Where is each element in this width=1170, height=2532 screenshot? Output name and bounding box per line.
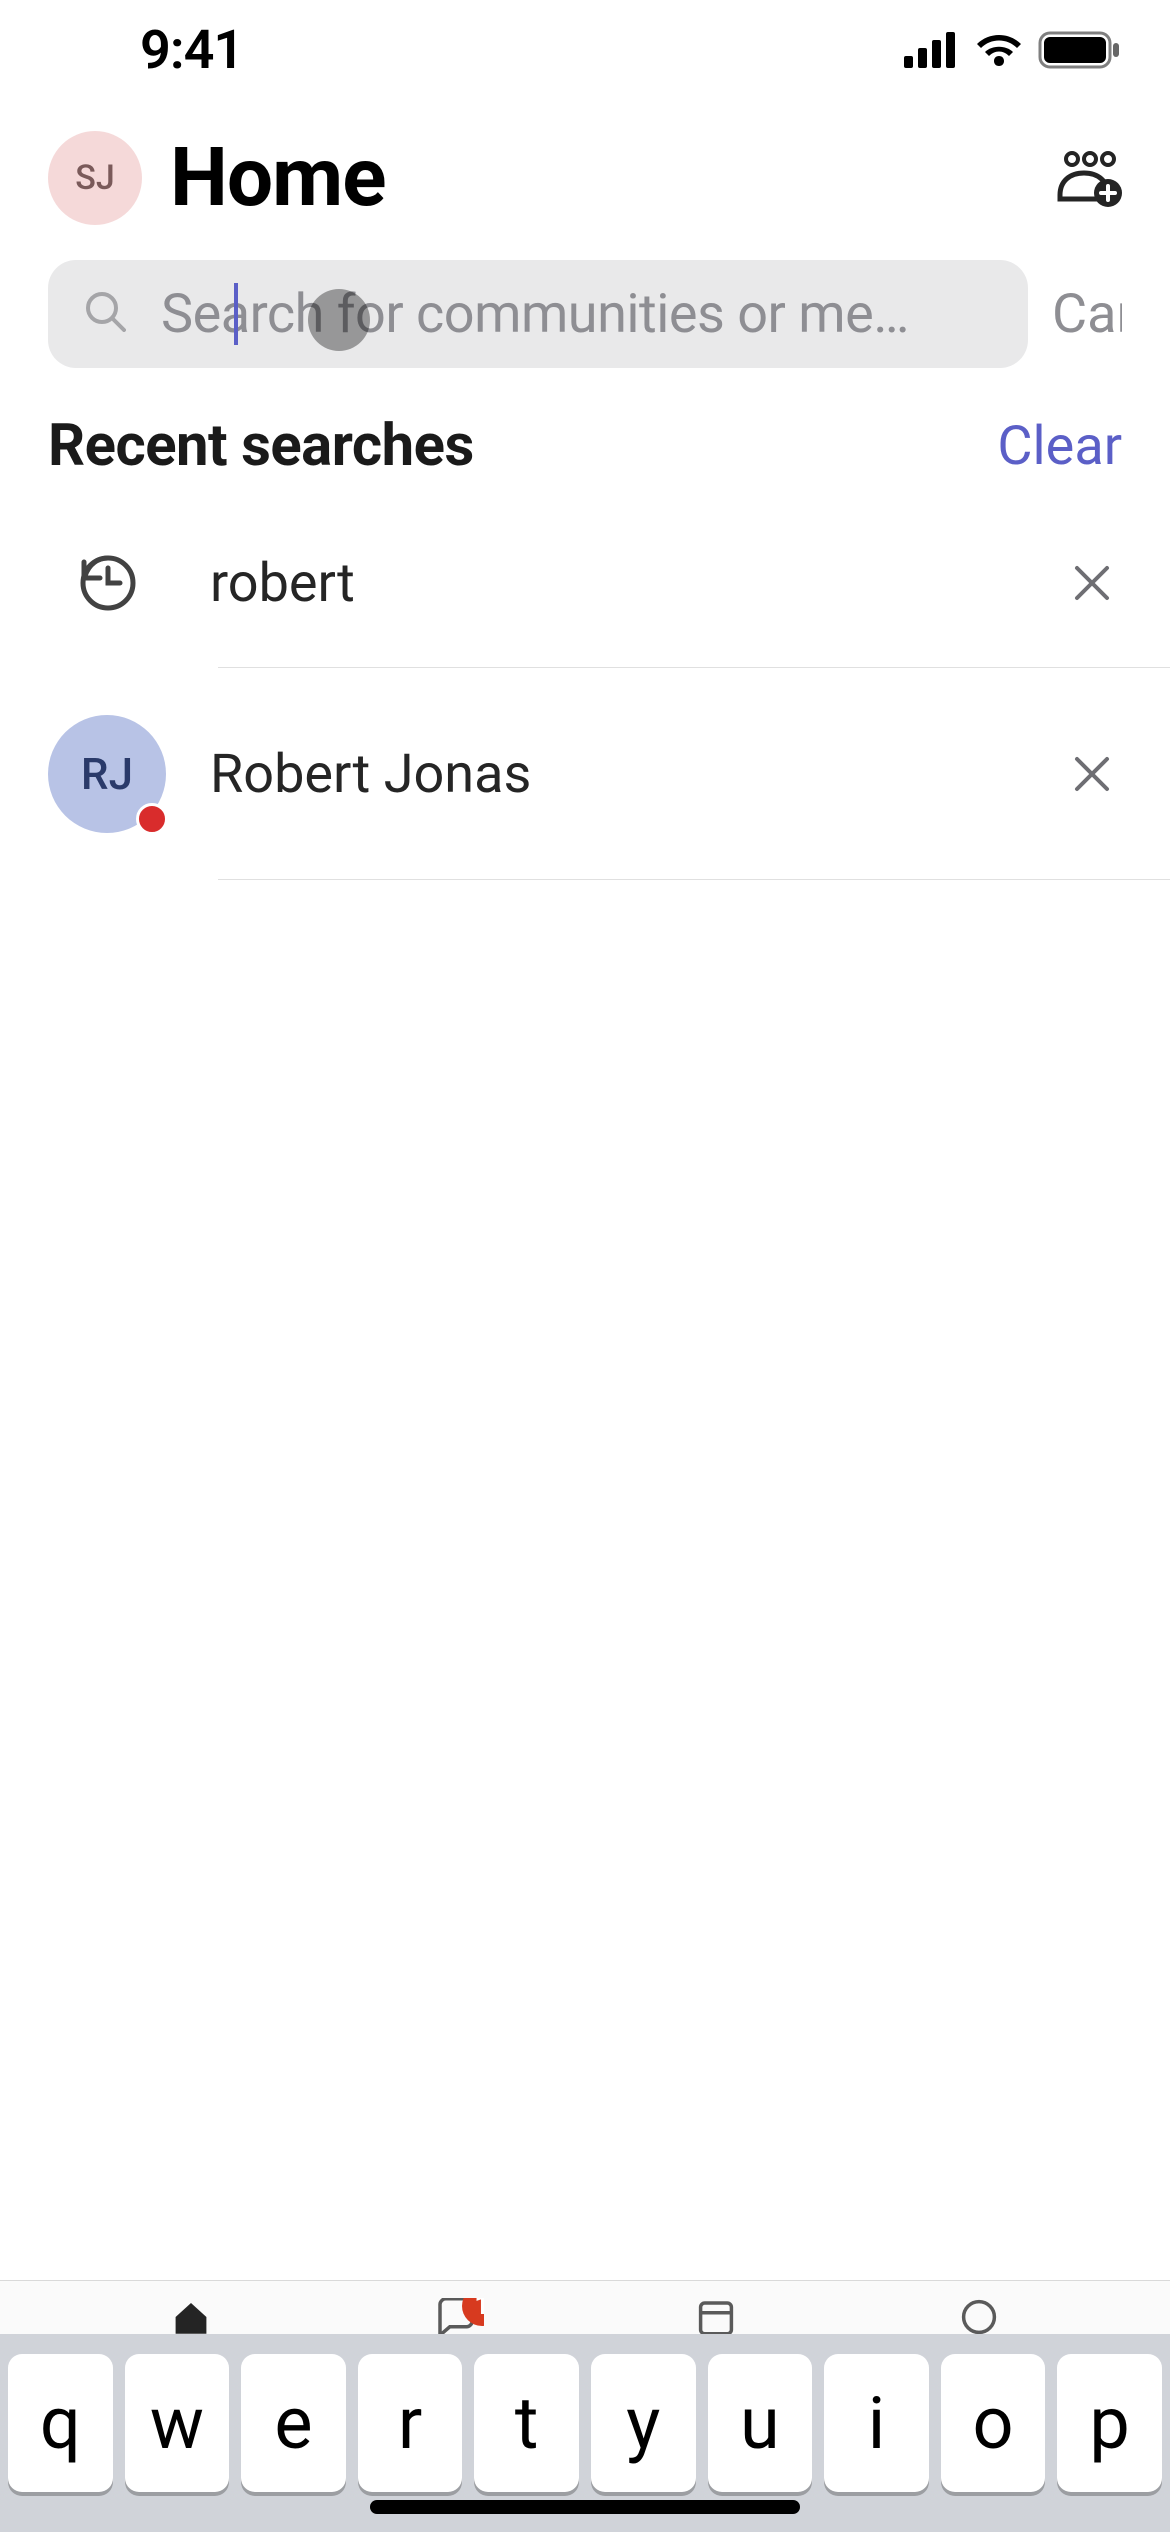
tab-home[interactable] [161,2298,221,2338]
close-icon [1072,563,1112,603]
remove-recent-button[interactable] [1062,553,1122,613]
header: SJ Home [0,100,1170,246]
page-title: Home [170,130,1028,226]
remove-recent-button[interactable] [1062,744,1122,804]
wifi-icon [974,32,1024,68]
calendar-icon [686,2298,746,2338]
key-p[interactable]: p [1057,2354,1162,2492]
new-community-button[interactable] [1056,145,1122,211]
status-icons [904,31,1120,69]
search-input[interactable]: Search for communities or me… [48,260,1028,368]
presence-busy-icon [136,803,168,835]
keyboard-row-1: q w e r t y u i o p [8,2354,1162,2492]
divider [218,879,1170,880]
recent-search-person[interactable]: RJ Robert Jonas [48,668,1170,880]
search-icon [84,290,128,338]
home-icon [161,2298,221,2338]
person-avatar: RJ [48,715,166,833]
recent-searches-header: Recent searches Clear [0,388,1170,498]
people-plus-icon [1056,147,1122,209]
tab-more[interactable] [949,2298,1009,2338]
search-row: Search for communities or me… Cancel [0,246,1170,388]
key-i[interactable]: i [824,2354,929,2492]
key-w[interactable]: w [125,2354,230,2492]
cancel-button[interactable]: Cancel [1052,283,1122,346]
key-t[interactable]: t [474,2354,579,2492]
battery-icon [1038,31,1120,69]
text-caret [234,283,238,345]
history-icon [48,552,166,614]
status-time: 9:41 [140,19,243,82]
key-r[interactable]: r [358,2354,463,2492]
key-q[interactable]: q [8,2354,113,2492]
tab-calendar[interactable] [686,2298,746,2338]
key-y[interactable]: y [591,2354,696,2492]
recent-item-label: robert [210,552,1018,615]
clear-button[interactable]: Clear [997,415,1122,478]
person-avatar-initials: RJ [81,748,133,800]
key-u[interactable]: u [708,2354,813,2492]
key-e[interactable]: e [241,2354,346,2492]
tab-bar: 1 [0,2280,1170,2338]
profile-avatar[interactable]: SJ [48,131,142,225]
recent-searches-title: Recent searches [48,412,474,480]
recent-search-item[interactable]: robert [48,498,1170,668]
search-placeholder: Search for communities or me… [161,283,909,346]
status-bar: 9:41 [0,0,1170,100]
close-icon [1072,754,1112,794]
more-icon [949,2298,1009,2338]
home-indicator[interactable] [370,2500,800,2514]
tab-chat[interactable]: 1 [424,2298,484,2338]
recent-person-label: Robert Jonas [210,743,1018,806]
recent-searches-list: robert RJ Robert Jonas [0,498,1170,880]
key-o[interactable]: o [941,2354,1046,2492]
cellular-signal-icon [904,32,960,68]
